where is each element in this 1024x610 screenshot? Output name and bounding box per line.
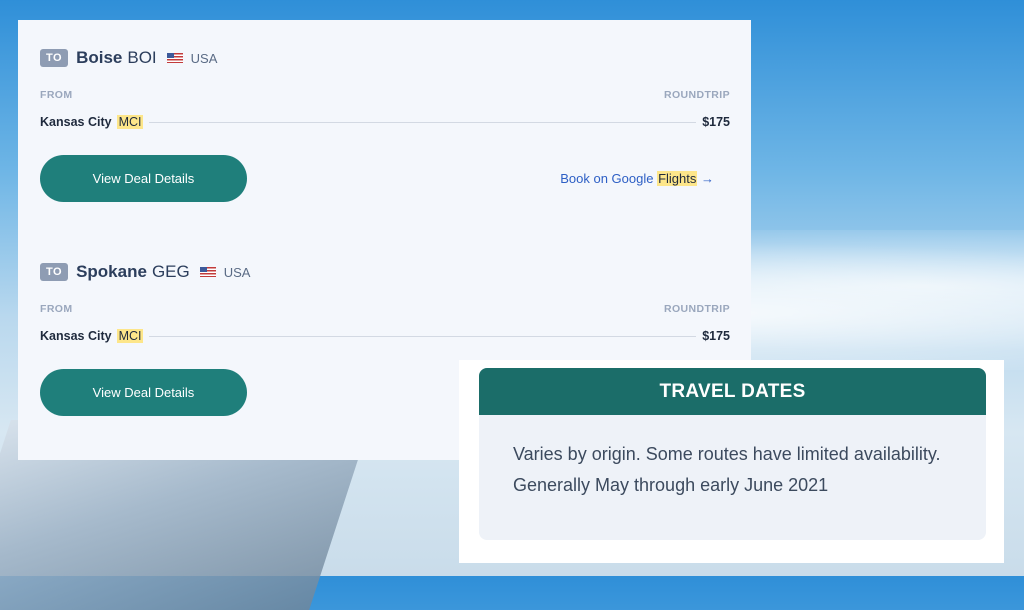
travel-dates-panel: TRAVEL DATES Varies by origin. Some rout… bbox=[459, 360, 1004, 563]
destination-code: BOI bbox=[127, 48, 157, 67]
destination-country: USA bbox=[223, 264, 251, 280]
view-deal-details-button[interactable]: View Deal Details bbox=[40, 369, 247, 416]
deal-actions: View Deal Details Book on Google Flights… bbox=[40, 155, 730, 202]
travel-dates-title: TRAVEL DATES bbox=[479, 368, 986, 415]
google-link-highlight: Flights bbox=[657, 171, 698, 186]
destination-code: GEG bbox=[151, 262, 190, 281]
us-flag-icon bbox=[199, 267, 216, 277]
arrow-right-icon: → bbox=[701, 171, 714, 186]
route-labels: FROM ROUNDTRIP bbox=[40, 303, 730, 315]
deal-header: TO Spokane GEG USA bbox=[40, 259, 730, 285]
view-deal-details-button[interactable]: View Deal Details bbox=[40, 155, 247, 202]
price: $175 bbox=[702, 115, 730, 129]
roundtrip-label: ROUNDTRIP bbox=[663, 89, 730, 101]
origin-city: Kansas City bbox=[40, 329, 112, 343]
route-row: Kansas City MCI $175 bbox=[40, 115, 730, 129]
price: $175 bbox=[702, 329, 730, 343]
to-badge: TO bbox=[40, 49, 69, 67]
origin-code: MCI bbox=[116, 329, 144, 343]
route-row: Kansas City MCI $175 bbox=[40, 329, 730, 343]
destination-city: Spokane bbox=[76, 262, 147, 281]
destination-country: USA bbox=[190, 50, 218, 66]
us-flag-icon bbox=[166, 53, 183, 63]
from-label: FROM bbox=[40, 89, 73, 101]
route-labels: FROM ROUNDTRIP bbox=[40, 89, 730, 101]
to-badge: TO bbox=[40, 263, 69, 281]
deal-boise: TO Boise BOI USA FROM ROUNDTRIP Kansas C… bbox=[40, 45, 730, 202]
google-link-text: Book on Google bbox=[560, 171, 654, 186]
destination-city: Boise bbox=[76, 48, 123, 67]
route-line bbox=[149, 335, 697, 337]
origin-city: Kansas City bbox=[40, 115, 112, 129]
travel-dates-text: Varies by origin. Some routes have limit… bbox=[513, 444, 941, 495]
origin-code: MCI bbox=[116, 115, 144, 129]
book-on-google-flights-link[interactable]: Book on Google Flights → bbox=[560, 171, 714, 186]
travel-dates-box: TRAVEL DATES Varies by origin. Some rout… bbox=[479, 368, 986, 540]
route-line bbox=[149, 121, 697, 123]
deal-header: TO Boise BOI USA bbox=[40, 45, 730, 71]
from-label: FROM bbox=[40, 303, 73, 315]
roundtrip-label: ROUNDTRIP bbox=[663, 303, 730, 315]
